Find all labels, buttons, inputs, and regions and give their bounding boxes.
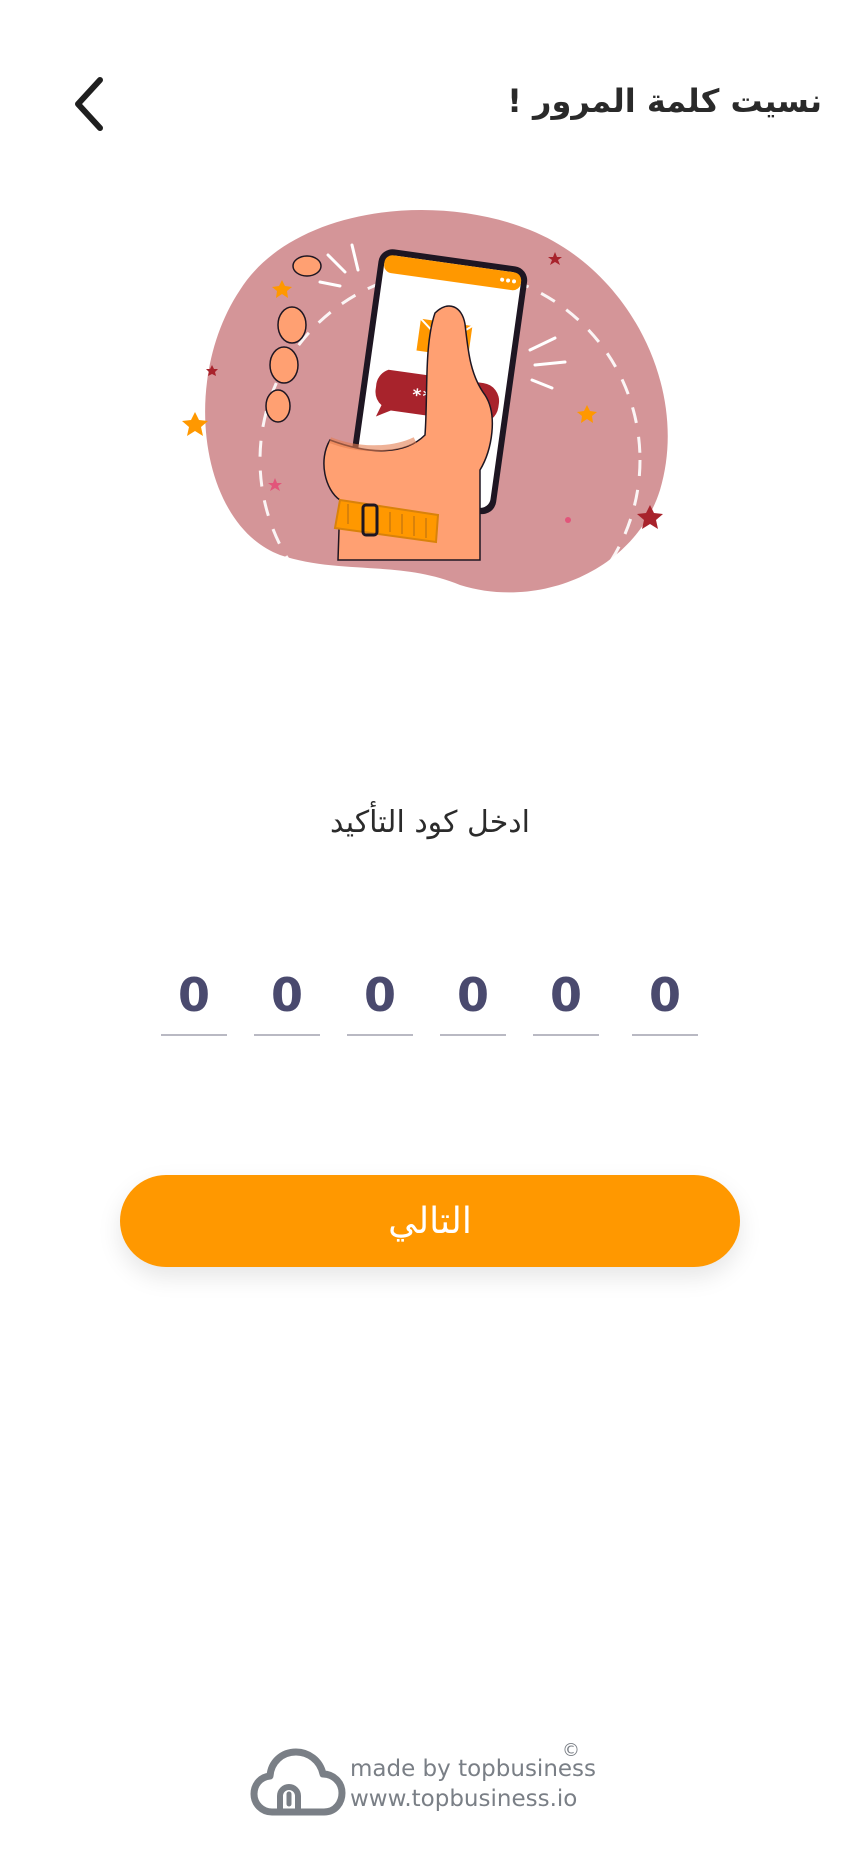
code-digit-6[interactable]: 0 xyxy=(632,960,698,1036)
back-button[interactable] xyxy=(58,72,122,136)
verification-code-input: 0 0 0 0 0 0 xyxy=(0,960,860,1040)
chevron-left-icon xyxy=(75,77,103,131)
code-digit-2[interactable]: 0 xyxy=(254,960,320,1036)
phone-illustration: ****** xyxy=(180,200,680,652)
next-button[interactable]: التالي xyxy=(120,1175,740,1267)
copyright-icon: © xyxy=(562,1740,580,1761)
footer-branding[interactable]: made by topbusiness www.topbusiness.io © xyxy=(250,1740,610,1830)
next-button-label: التالي xyxy=(388,1200,472,1242)
verification-instruction: ادخل كود التأكيد xyxy=(330,805,530,840)
code-digit-4[interactable]: 0 xyxy=(440,960,506,1036)
page-title: نسيت كلمة المرور ! xyxy=(507,82,822,120)
app-header: نسيت كلمة المرور ! xyxy=(0,0,860,220)
cloud-icon xyxy=(250,1748,346,1816)
code-digit-5[interactable]: 0 xyxy=(533,960,599,1036)
code-digit-3[interactable]: 0 xyxy=(347,960,413,1036)
footer-text: made by topbusiness www.topbusiness.io xyxy=(350,1754,596,1814)
code-digit-1[interactable]: 0 xyxy=(161,960,227,1036)
made-by-text: made by topbusiness xyxy=(350,1756,597,1782)
website-link[interactable]: www.topbusiness.io xyxy=(350,1784,596,1814)
